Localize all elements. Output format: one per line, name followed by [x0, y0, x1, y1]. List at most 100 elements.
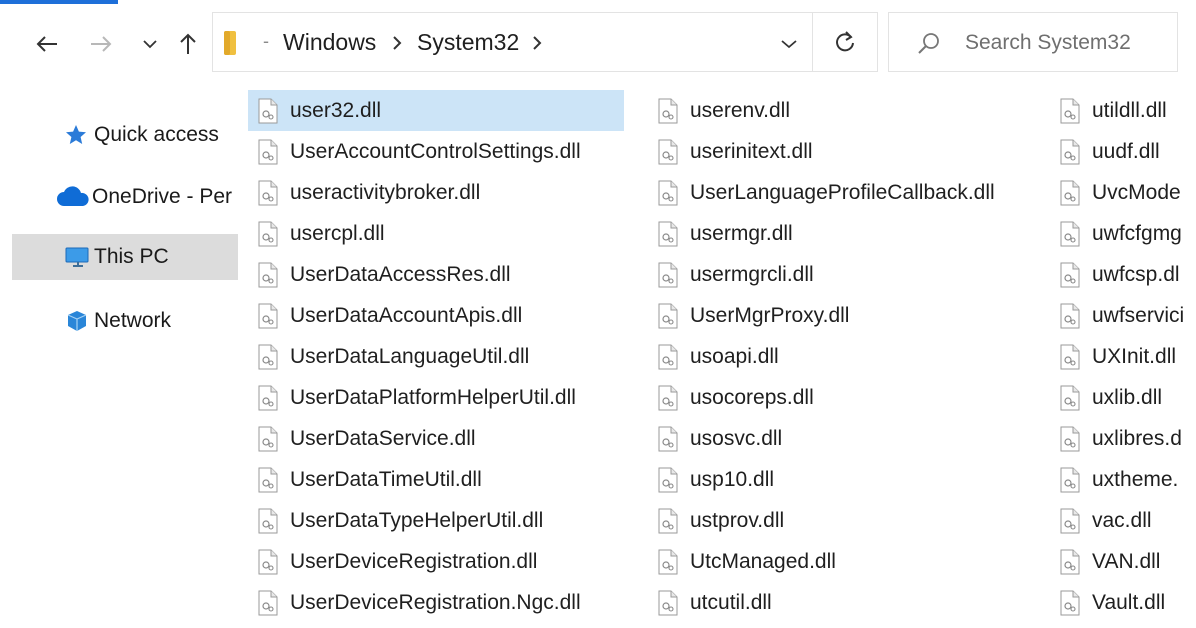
file-item[interactable]: ustprov.dll	[648, 500, 1036, 541]
file-column-2: userenv.dll userinitext.dll UserLanguagePr…	[648, 90, 1036, 623]
file-item[interactable]: uwfservici	[1050, 295, 1196, 336]
file-name: userenv.dll	[690, 98, 790, 122]
file-name: ustprov.dll	[690, 508, 785, 532]
file-name: UvcMode	[1092, 180, 1181, 204]
dll-file-icon	[1058, 180, 1082, 206]
dll-file-icon	[656, 221, 680, 247]
nav-item-quick-access[interactable]: Quick access	[12, 112, 238, 158]
forward-button[interactable]	[84, 28, 118, 60]
file-name: uwfcfgmg	[1092, 221, 1182, 245]
dll-file-icon	[256, 180, 280, 206]
file-item[interactable]: utildll.dll	[1050, 90, 1196, 131]
file-item[interactable]: UvcMode	[1050, 172, 1196, 213]
file-item[interactable]: UserDataTypeHelperUtil.dll	[248, 500, 624, 541]
dll-file-icon	[656, 344, 680, 370]
file-item[interactable]: UserDataAccessRes.dll	[248, 254, 624, 295]
file-item[interactable]: UserDeviceRegistration.dll	[248, 541, 624, 582]
nav-item-label: Quick access	[94, 123, 219, 146]
file-name: usp10.dll	[690, 467, 775, 491]
dll-file-icon	[1058, 426, 1082, 452]
file-item[interactable]: UserAccountControlSettings.dll	[248, 131, 624, 172]
file-item[interactable]: uxlibres.d	[1050, 418, 1196, 459]
file-item[interactable]: userinitext.dll	[648, 131, 1036, 172]
file-item[interactable]: uxtheme.	[1050, 459, 1196, 500]
file-item[interactable]: useractivitybroker.dll	[248, 172, 624, 213]
file-name: usosvc.dll	[690, 426, 783, 450]
file-column-3: utildll.dll uudf.dll UvcMode uwfcfgmg uwfcsp…	[1050, 90, 1196, 623]
dll-file-icon	[1058, 221, 1082, 247]
file-item[interactable]: vac.dll	[1050, 500, 1196, 541]
arrow-right-icon	[91, 36, 112, 52]
nav-item-network[interactable]: Network	[12, 298, 238, 344]
refresh-icon	[836, 31, 854, 52]
dll-file-icon	[256, 549, 280, 575]
file-name: utildll.dll	[1092, 98, 1167, 122]
breadcrumb-windows[interactable]: Windows	[283, 29, 376, 56]
dll-file-icon	[1058, 262, 1082, 288]
file-item[interactable]: UserDataTimeUtil.dll	[248, 459, 624, 500]
file-item[interactable]: user32.dll	[248, 90, 624, 131]
refresh-button[interactable]	[812, 12, 878, 72]
search-icon	[918, 33, 939, 54]
file-item[interactable]: Vault.dll	[1050, 582, 1196, 623]
file-item[interactable]: UXInit.dll	[1050, 336, 1196, 377]
file-item[interactable]: UserDataAccountApis.dll	[248, 295, 624, 336]
nav-item-this-pc[interactable]: This PC	[12, 234, 238, 280]
file-item[interactable]: UserDataPlatformHelperUtil.dll	[248, 377, 624, 418]
file-item[interactable]: usp10.dll	[648, 459, 1036, 500]
dll-file-icon	[656, 467, 680, 493]
file-name: useractivitybroker.dll	[290, 180, 481, 204]
file-item[interactable]: uwfcfgmg	[1050, 213, 1196, 254]
file-item[interactable]: usermgrcli.dll	[648, 254, 1036, 295]
file-item[interactable]: UtcManaged.dll	[648, 541, 1036, 582]
file-item[interactable]: UserDataLanguageUtil.dll	[248, 336, 624, 377]
file-name: UserDeviceRegistration.Ngc.dll	[290, 590, 581, 614]
file-item[interactable]: usocoreps.dll	[648, 377, 1036, 418]
file-column-1: user32.dll UserAccountControlSettings.dll…	[248, 90, 624, 623]
file-item[interactable]: uxlib.dll	[1050, 377, 1196, 418]
file-item[interactable]: UserDataService.dll	[248, 418, 624, 459]
file-item[interactable]: VAN.dll	[1050, 541, 1196, 582]
dll-file-icon	[1058, 467, 1082, 493]
file-name: UserDataTypeHelperUtil.dll	[290, 508, 544, 532]
breadcrumb-system32[interactable]: System32	[417, 29, 519, 56]
recent-locations-button[interactable]	[134, 28, 166, 60]
file-item[interactable]: UserLanguageProfileCallback.dll	[648, 172, 1036, 213]
dll-file-icon	[1058, 344, 1082, 370]
arrow-left-icon	[36, 36, 57, 52]
address-history-dropdown[interactable]	[773, 31, 805, 57]
dll-file-icon	[1058, 590, 1082, 616]
arrow-up-icon	[180, 33, 196, 54]
search-box[interactable]	[888, 12, 1178, 72]
file-name: Vault.dll	[1092, 590, 1166, 614]
file-item[interactable]: UserMgrProxy.dll	[648, 295, 1036, 336]
file-item[interactable]: userenv.dll	[648, 90, 1036, 131]
dll-file-icon	[256, 590, 280, 616]
cloud-icon	[56, 184, 92, 210]
dll-file-icon	[656, 180, 680, 206]
file-name: usoapi.dll	[690, 344, 779, 368]
search-input[interactable]	[965, 27, 1165, 59]
file-item[interactable]: usoapi.dll	[648, 336, 1036, 377]
file-item[interactable]: usercpl.dll	[248, 213, 624, 254]
nav-item-onedrive[interactable]: OneDrive - Per	[12, 174, 238, 220]
file-item[interactable]: uudf.dll	[1050, 131, 1196, 172]
file-name: UXInit.dll	[1092, 344, 1177, 368]
file-item[interactable]: uwfcsp.dl	[1050, 254, 1196, 295]
dll-file-icon	[256, 426, 280, 452]
dll-file-icon	[656, 590, 680, 616]
file-item[interactable]: utcutil.dll	[648, 582, 1036, 623]
dll-file-icon	[656, 98, 680, 124]
up-button[interactable]	[172, 28, 204, 60]
address-bar[interactable]: - Windows System32	[212, 12, 876, 72]
file-item[interactable]: UserDeviceRegistration.Ngc.dll	[248, 582, 624, 623]
file-name: usermgr.dll	[690, 221, 793, 245]
navigation-pane: Quick access OneDrive - Per This PC Netw…	[0, 86, 244, 628]
dll-file-icon	[656, 139, 680, 165]
chevron-right-icon[interactable]	[531, 35, 543, 51]
chevron-right-icon[interactable]	[391, 35, 403, 51]
file-item[interactable]: usosvc.dll	[648, 418, 1036, 459]
back-button[interactable]	[30, 28, 64, 60]
file-name: UserDataPlatformHelperUtil.dll	[290, 385, 576, 409]
file-item[interactable]: usermgr.dll	[648, 213, 1036, 254]
